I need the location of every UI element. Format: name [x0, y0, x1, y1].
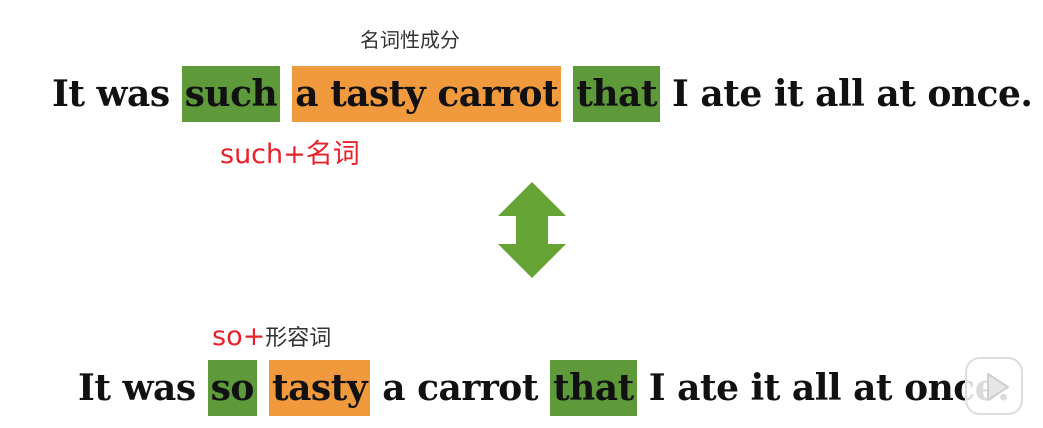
sentence-such-part1: It was — [52, 73, 182, 115]
sentence-such: It was such a tasty carrot that I ate it… — [52, 66, 1033, 122]
highlight-noun-phrase: a tasty carrot — [292, 66, 562, 122]
so-plus-text: so+ — [212, 321, 266, 352]
noun-component-label: 名词性成分 — [360, 28, 460, 52]
sentence-so-middle: a carrot — [370, 367, 550, 409]
sentence-such-part2: I ate it all at once. — [660, 73, 1033, 115]
adjective-text: 形容词 — [265, 326, 332, 351]
so-adjective-label: so+形容词 — [212, 320, 331, 352]
highlight-that-2: that — [549, 360, 637, 416]
play-icon[interactable] — [960, 350, 1030, 422]
highlight-that-1: that — [573, 66, 661, 122]
highlight-such: such — [181, 66, 281, 122]
double-arrow-vertical-icon — [498, 182, 566, 278]
such-noun-label: such+名词 — [220, 139, 360, 170]
sentence-so-part1: It was — [78, 367, 208, 409]
sentence-so: It was so tasty a carrot that I ate it a… — [78, 360, 1010, 416]
sentence-so-part2: I ate it all at once. — [636, 367, 1010, 409]
highlight-so: so — [207, 360, 257, 416]
highlight-tasty: tasty — [268, 360, 371, 416]
